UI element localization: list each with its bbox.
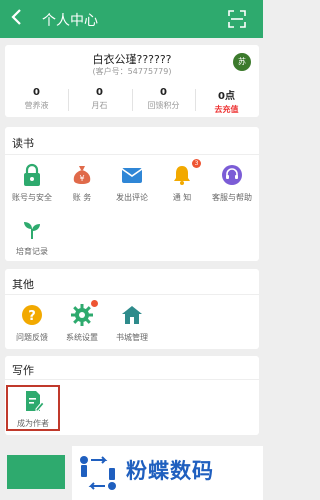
stat-value: 0 [96,87,103,98]
chevron-left-icon [11,9,21,25]
stat-label: 回馈积分 [147,101,180,110]
section-title: 写作 [12,364,34,377]
section-title: 读书 [12,137,34,150]
menu-item-bookstore-manage[interactable]: 书城管理 [107,303,157,343]
menu-item-feedback[interactable]: ? 问题反馈 [7,303,57,343]
menu-item-label: 客服与帮助 [212,193,252,202]
menu-item-support[interactable]: 客服与帮助 [207,163,257,203]
bell-icon [174,166,190,185]
svg-text:?: ? [28,309,36,324]
lock-icon [24,163,40,186]
profile-card: 白衣公瑾?????? (客户号：54775779) 苏 0 营养液 0 月石 0… [5,45,259,117]
menu-item-label: 培育记录 [16,247,48,256]
stat-points[interactable]: 0 回馈积分 [132,87,195,111]
scan-button[interactable] [228,10,246,28]
menu-item-label: 账 务 [72,193,92,202]
username: 白衣公瑾?????? [92,53,172,66]
divider [5,294,259,295]
back-button[interactable] [10,7,32,31]
scan-icon [228,10,246,28]
top-app-bar: 个人中心 [0,0,263,38]
stat-value: 0点 [218,91,235,102]
menu-item-comments[interactable]: 发出评论 [107,163,157,203]
home-icon [122,306,142,324]
customer-id: (客户号：54775779) [92,67,172,76]
highlight-box [6,385,60,431]
divider [5,379,259,380]
menu-item-settings[interactable]: 系统设置 [57,303,107,343]
section-title: 其他 [12,278,34,291]
reading-section: 读书 账号与安全 ¥ 账 务 发出评论 通 知 3 客服与帮助 培育记录 [5,127,259,261]
stat-recharge[interactable]: 0点 去充值 [195,87,258,115]
watermark: 粉蝶数码 [72,446,263,500]
notification-badge: 3 [192,159,201,168]
stat-label: 营养液 [24,101,49,110]
money-bag-icon: ¥ [73,166,91,184]
menu-item-cultivation[interactable]: 培育记录 [7,217,57,257]
menu-item-billing[interactable]: ¥ 账 务 [57,163,107,203]
stat-value: 0 [33,87,40,98]
question-icon: ? [22,305,42,325]
envelope-icon [121,168,143,183]
menu-item-label: 问题反馈 [16,333,48,342]
divider [5,154,259,155]
menu-item-label: 系统设置 [66,333,98,342]
settings-red-dot [91,300,98,307]
menu-item-label: 通 知 [172,193,192,202]
bottom-green-bar [7,455,65,489]
gear-icon [71,304,93,326]
menu-item-label: 账号与安全 [12,193,52,202]
menu-item-account-security[interactable]: 账号与安全 [7,163,57,203]
svg-text:¥: ¥ [79,174,84,183]
menu-item-label: 书城管理 [116,333,148,342]
menu-item-label: 发出评论 [116,193,148,202]
stat-value: 0 [160,87,167,98]
stat-nutrient[interactable]: 0 营养液 [5,87,68,111]
watermark-text: 粉蝶数码 [126,459,214,483]
recharge-link[interactable]: 去充值 [195,104,258,115]
menu-item-notifications[interactable]: 通 知 [157,163,207,203]
sprout-icon [24,222,40,239]
page-title: 个人中心 [42,13,98,29]
level-badge: 苏 [233,53,251,71]
other-section: 其他 ? 问题反馈 系统设置 书城管理 [5,269,259,349]
stat-label: 月石 [91,101,108,110]
headset-icon [222,165,242,185]
stat-moonstone[interactable]: 0 月石 [68,87,131,111]
watermark-logo-icon [80,456,116,490]
